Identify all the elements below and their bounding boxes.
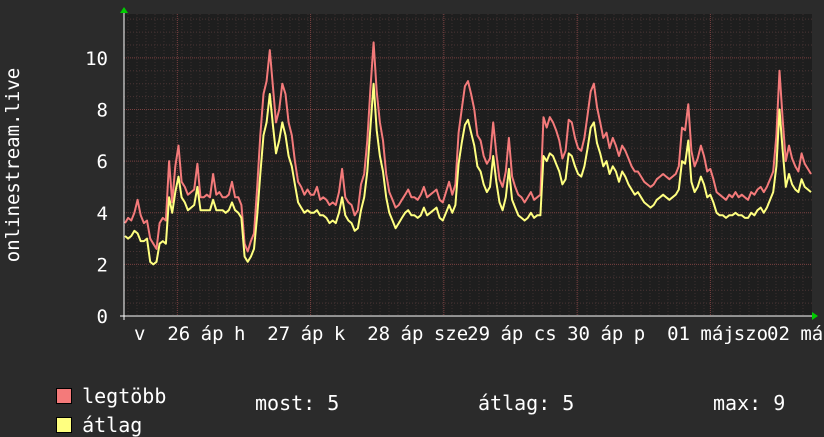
x-tick-label: szo <box>734 323 768 345</box>
x-tick-label: h <box>234 323 245 345</box>
y-tick-label: 4 <box>97 203 108 225</box>
y-axis-arrow <box>120 7 128 13</box>
x-tick-label: áp <box>201 323 224 345</box>
stat-current: most: 5 <box>255 391 340 415</box>
x-tick-label: áp <box>301 323 324 345</box>
x-tick-label: p <box>634 323 645 345</box>
y-tick-label: 2 <box>97 254 108 276</box>
x-tick-label: 30 <box>567 323 590 345</box>
y-axis-label: onlinestream.live <box>2 68 24 262</box>
y-tick-label: 10 <box>85 48 108 70</box>
legend-label-avg: átlag <box>82 413 143 437</box>
y-tick-label: 6 <box>97 151 108 173</box>
x-tick-label: 28 <box>367 323 390 345</box>
chart-area: 0246810 v 26 áp h 27 áp k 28 áp sze29 áp cs 30 áp p 01 m… <box>2 7 823 345</box>
y-tick-label: 8 <box>97 100 108 122</box>
x-tick-label: áp <box>500 323 523 345</box>
legend-item-avg: átlag <box>32 392 142 436</box>
x-tick-label: v <box>134 323 145 345</box>
y-axis-ticks: 0 2 4 6 8 10 <box>85 48 108 328</box>
x-tick-label: áp <box>401 323 424 345</box>
stat-max: max: 9 <box>713 391 786 415</box>
y-tick-label: 0 <box>97 306 108 328</box>
x-tick-label: 29 <box>467 323 490 345</box>
x-tick-label: 27 <box>267 323 290 345</box>
x-tick-label: 26 <box>167 323 190 345</box>
x-tick-label: k <box>334 323 346 345</box>
legend-swatch-avg <box>56 417 73 433</box>
x-axis-arrow <box>812 312 818 320</box>
x-tick-label: cs <box>534 323 557 345</box>
x-tick-label: sze <box>434 323 468 345</box>
x-tick-label: 02 <box>767 323 790 345</box>
x-tick-label: má <box>800 323 823 345</box>
x-axis-ticks: v 26 áp h 27 áp k 28 áp sze29 áp cs 30 áp p 01 májszo02 m… <box>134 323 823 345</box>
stat-average: átlag: 5 <box>478 391 575 415</box>
x-tick-label: 01 <box>667 323 690 345</box>
x-tick-label: máj <box>700 323 734 345</box>
x-tick-label: áp <box>600 323 623 345</box>
